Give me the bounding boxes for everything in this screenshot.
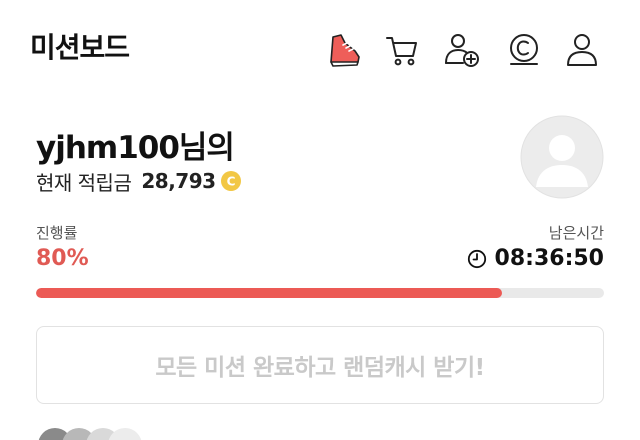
progress-label: 진행률	[36, 224, 78, 242]
points-label: 현재 적립금	[36, 170, 132, 195]
avatar[interactable]	[520, 115, 604, 199]
mission-list-preview	[0, 424, 640, 440]
coin-letter: C	[226, 175, 235, 189]
points-value: 28,793	[141, 169, 216, 193]
cart-icon	[386, 37, 417, 66]
remaining-time-label: 남은시간	[548, 224, 604, 242]
progress-bar-fill	[36, 288, 502, 298]
cash-button[interactable]	[504, 28, 544, 72]
clock-icon	[467, 249, 486, 268]
participant-avatar	[108, 428, 142, 440]
running-shoe-button[interactable]	[324, 28, 364, 72]
remaining-time-value: 08:36:50	[494, 246, 604, 271]
points-row: 현재 적립금 28,793 C	[36, 166, 242, 196]
progress-percent: 80%	[36, 246, 89, 271]
header: 미션보드	[0, 0, 640, 100]
add-friend-button[interactable]	[442, 28, 482, 72]
cash-icon	[510, 34, 538, 65]
remaining-time: 08:36:50	[467, 246, 604, 271]
running-shoe-icon	[330, 34, 360, 67]
add-user-icon	[445, 34, 479, 67]
profile-button[interactable]	[562, 28, 602, 72]
cart-button[interactable]	[382, 28, 422, 72]
user-greeting: yjhm100님의	[36, 130, 235, 166]
progress-bar	[36, 288, 604, 298]
claim-random-cash-button[interactable]: 모든 미션 완료하고 랜덤캐시 받기!	[36, 326, 604, 404]
profile-icon	[567, 34, 597, 66]
coin-icon: C	[220, 171, 241, 191]
default-avatar-icon	[520, 115, 604, 199]
page-title: 미션보드	[30, 31, 130, 64]
